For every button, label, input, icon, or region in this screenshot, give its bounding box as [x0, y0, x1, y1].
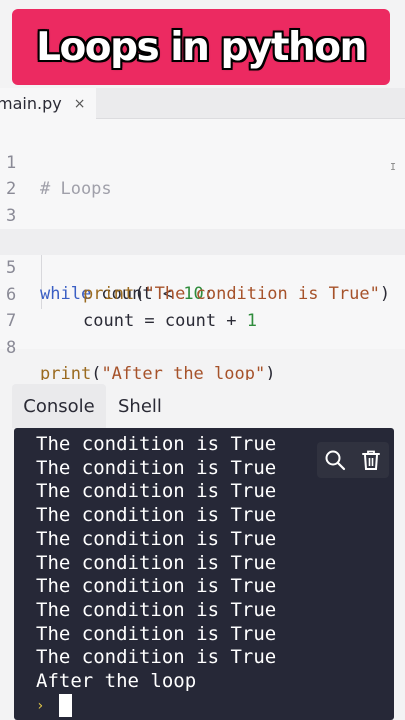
file-tab-main-py[interactable]: main.py ×	[0, 88, 96, 119]
console-output-line: The condition is True	[36, 575, 277, 598]
line-number: 8	[6, 338, 17, 358]
code-line-8: 8 print("After the loop")	[0, 309, 405, 384]
console-output-line: The condition is True	[36, 646, 277, 669]
console-output-line: The condition is True	[36, 551, 277, 574]
console-output-line: The condition is True	[36, 527, 277, 550]
console-output-line: After the loop	[36, 670, 197, 692]
code-line-7: 7	[0, 282, 405, 331]
console-output-line: The condition is True	[36, 504, 277, 527]
banner-title: Loops in python	[36, 24, 367, 70]
file-tab-label: main.py	[0, 94, 62, 113]
tab-shell[interactable]: Shell	[118, 384, 162, 428]
console-output-line: The condition is True	[36, 456, 277, 479]
title-banner: Loops in python	[12, 9, 390, 85]
code-editor[interactable]: 1 # Loops 2 3 count = 0 4 while count < …	[0, 119, 405, 384]
code-line-3: 3 count = 0	[0, 177, 405, 252]
code-line-6: 6 count = count + 1	[0, 256, 405, 331]
tab-shell-label: Shell	[118, 395, 162, 417]
close-icon[interactable]: ×	[74, 96, 86, 112]
code-line-1: 1 # Loops	[0, 124, 405, 199]
console-output-panel[interactable]: The condition is True The condition is T…	[14, 428, 394, 720]
search-icon[interactable]	[319, 444, 351, 476]
text-cursor-icon: I	[390, 162, 397, 173]
console-output-line: The condition is True	[36, 598, 277, 621]
console-input-cursor[interactable]	[59, 694, 72, 717]
console-output-line: The condition is True	[36, 433, 277, 455]
console-output-line: The condition is True	[36, 480, 277, 503]
console-actions	[317, 442, 389, 478]
code-line-5: 5 print("The condition is True")	[0, 229, 405, 304]
editor-tab-bar: main.py ×	[0, 88, 405, 119]
trash-icon[interactable]	[355, 444, 387, 476]
code-line-2: 2	[0, 150, 405, 199]
prompt-chevron-icon: ›	[36, 698, 45, 714]
console-tab-bar: Console Shell	[0, 380, 405, 428]
console-output-line: The condition is True	[36, 622, 277, 645]
tab-console-label: Console	[23, 395, 95, 417]
tab-console[interactable]: Console	[12, 384, 106, 428]
code-line-4: 4 while count < 10:	[0, 203, 405, 304]
